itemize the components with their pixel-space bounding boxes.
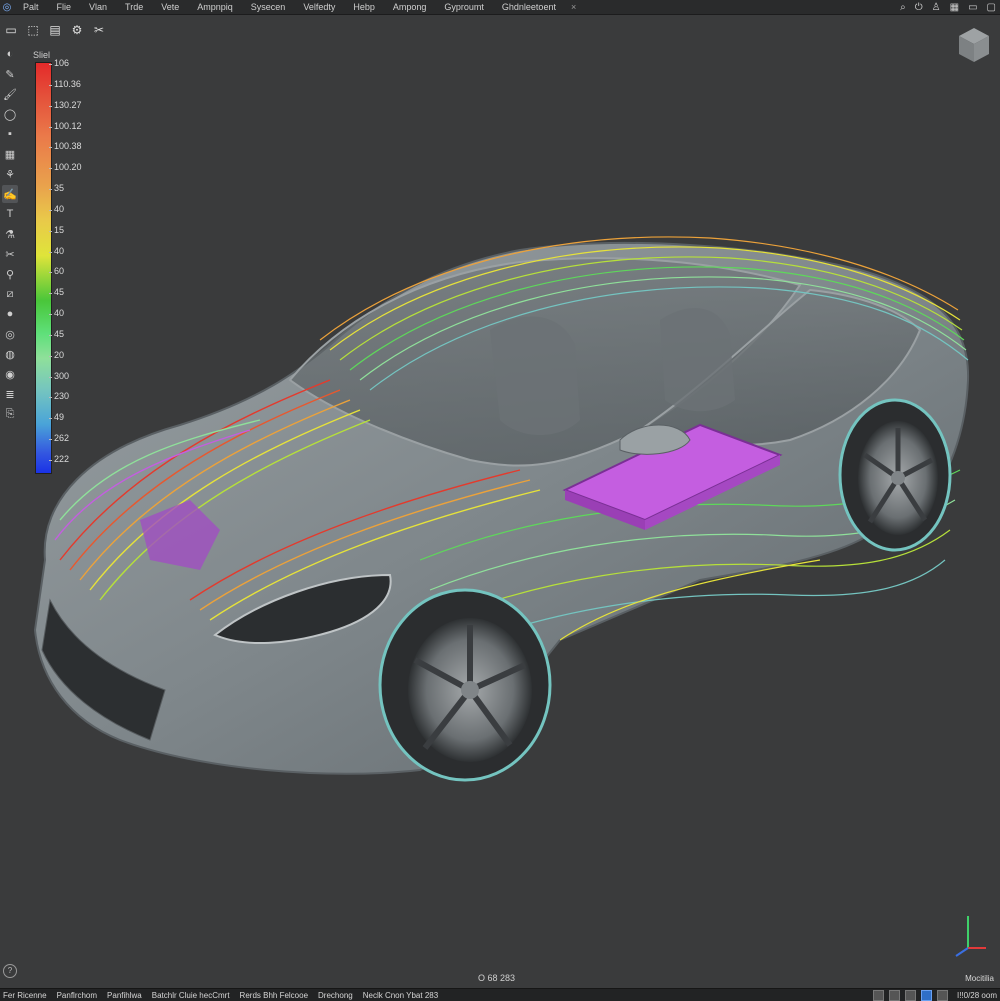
tray-app-icon[interactable]: [888, 989, 900, 1001]
legend-tick-label: 222: [48, 454, 70, 464]
menu-item[interactable]: Gyproumt: [435, 2, 493, 12]
front-wheel: [378, 588, 552, 782]
status-item[interactable]: Drechong: [318, 991, 353, 1000]
legend-tick-label: 100.20: [49, 162, 82, 173]
tray-app-icon[interactable]: [904, 989, 916, 1001]
tray-volume-icon[interactable]: [936, 989, 948, 1001]
car-render: [33, 236, 970, 782]
axis-triad: [950, 910, 990, 960]
legend-tick-label: 60: [48, 266, 65, 277]
menu-item[interactable]: Flie: [48, 2, 81, 12]
slice-icon[interactable]: ⧄: [2, 285, 18, 303]
3d-viewport[interactable]: [20, 45, 1000, 975]
orbit-icon[interactable]: ◐: [2, 45, 18, 63]
legend-tick-label: 20: [48, 349, 65, 360]
menu-item[interactable]: Palt: [14, 2, 48, 12]
camera-icon[interactable]: ◎: [2, 325, 18, 343]
tray-app-icon[interactable]: [872, 989, 884, 1001]
settings-icon[interactable]: ⚙: [68, 21, 86, 39]
legend-tick-label: 40: [48, 245, 65, 256]
legend-color-bar: [35, 62, 52, 474]
legend-title: Sliel: [33, 50, 51, 60]
menu-item[interactable]: Ampnpiq: [188, 2, 242, 12]
status-item[interactable]: Neclk Cnon Ybat 283: [363, 991, 438, 1000]
clock[interactable]: I!!0/28 oom: [957, 991, 997, 1000]
grid-icon[interactable]: ▦: [2, 145, 18, 163]
app-logo-icon[interactable]: ◎: [0, 0, 14, 14]
rear-wheel: [838, 398, 952, 552]
status-item[interactable]: Panflrchom: [57, 991, 97, 1000]
legend-tick-label: 110.36: [49, 78, 81, 89]
menu-item[interactable]: Sysecen: [242, 2, 295, 12]
menu-item[interactable]: Vete: [152, 2, 188, 12]
legend-tick-label: 40: [48, 308, 65, 319]
stack-icon[interactable]: ≣: [2, 385, 18, 403]
legend-tick-label: 45: [48, 287, 65, 298]
cursor-icon[interactable]: ◍: [2, 345, 18, 363]
menu-item[interactable]: Vlan: [80, 2, 116, 12]
sphere-icon[interactable]: ●: [2, 305, 18, 323]
color-legend: Sliel 106 110.36 130.27 100.12 100.38 100.20 3…: [30, 50, 90, 474]
mode-label: Mocitilia: [965, 974, 994, 983]
seat-front: [490, 316, 580, 435]
legend-tick-label: 35: [48, 183, 65, 194]
legend-tick-label: 45: [48, 328, 65, 339]
seat-rear: [660, 308, 735, 412]
status-item[interactable]: Rerds Bhh Felcooe: [240, 991, 308, 1000]
window-icon[interactable]: ▭: [2, 21, 20, 39]
minimize-icon[interactable]: ▭: [968, 2, 977, 13]
legend-tick-label: 100.38: [49, 141, 82, 152]
status-bar: Fer Ricenne Panflrchom Panfihlwa Batchlr Cl…: [0, 988, 1000, 1001]
status-item[interactable]: Fer Ricenne: [3, 991, 47, 1000]
maximize-icon[interactable]: ▢: [987, 2, 996, 13]
status-items: Fer Ricenne Panflrchom Panfihlwa Batchlr Cl…: [0, 991, 438, 1000]
export-icon[interactable]: ⎘: [2, 405, 18, 423]
legend-tick-label: 262: [48, 433, 70, 444]
menu-item[interactable]: Ghdnleetoent: [493, 2, 565, 12]
status-item[interactable]: Batchlr Cluie hecCmrt: [152, 991, 230, 1000]
probe-icon[interactable]: ⚲: [2, 265, 18, 283]
help-icon[interactable]: ?: [3, 964, 17, 978]
menu-items: Palt Flie Vlan Trde Vete Ampnpiq Sysecen Velfed…: [14, 2, 565, 12]
legend-tick-label: 230: [48, 391, 70, 402]
menu-item[interactable]: Ampong: [384, 2, 436, 12]
menu-close-icon[interactable]: ×: [571, 2, 576, 12]
menu-item[interactable]: Trde: [116, 2, 152, 12]
layout-icon[interactable]: ▤: [46, 21, 64, 39]
coordinate-readout: O 68 283: [478, 973, 516, 983]
menu-bar: ◎ Palt Flie Vlan Trde Vete Ampnpiq Sysecen Velf…: [0, 0, 1000, 15]
lasso-icon[interactable]: ◯: [2, 105, 18, 123]
select-icon[interactable]: ⬚: [24, 21, 42, 39]
user-icon[interactable]: ♙: [932, 2, 941, 13]
legend-tick-label: 106: [48, 58, 70, 68]
legend-tick-label: 130.27: [49, 99, 82, 110]
measure-icon[interactable]: ⚗: [2, 225, 18, 243]
layers-icon[interactable]: ⚘: [2, 165, 18, 183]
pencil-icon[interactable]: ✎: [2, 65, 18, 83]
legend-tick-label: 49: [48, 412, 65, 423]
legend-tick-label: 100.12: [49, 120, 82, 131]
menu-item[interactable]: Velfedty: [294, 2, 344, 12]
flow-icon[interactable]: ✍: [2, 185, 18, 203]
toolbar: ▭ ⬚ ▤ ⚙ ✂: [0, 15, 1000, 45]
system-tray: I!!0/28 oom: [872, 989, 997, 1001]
sheet-icon[interactable]: ▪: [2, 125, 18, 143]
search-icon[interactable]: ⌕: [900, 2, 906, 13]
text-icon[interactable]: T: [2, 205, 18, 223]
status-item[interactable]: Panfihlwa: [107, 991, 142, 1000]
cut-icon[interactable]: ✂: [2, 245, 18, 263]
view-cube[interactable]: [953, 24, 995, 66]
left-tool-strip: ◐ ✎ 🖌 ◯ ▪ ▦ ⚘ ✍ T ⚗ ✂ ⚲ ⧄ ● ◎ ◍ ◉ ≣ ⎘: [0, 45, 20, 465]
legend-tick-label: 15: [48, 224, 65, 235]
record-icon[interactable]: ◉: [2, 365, 18, 383]
tray-network-icon[interactable]: [920, 989, 932, 1001]
tools-icon[interactable]: ✂: [90, 21, 108, 39]
menu-item[interactable]: Hebp: [344, 2, 384, 12]
legend-tick-label: 40: [48, 203, 65, 214]
grid-icon[interactable]: ▦: [950, 2, 959, 13]
brush-icon[interactable]: 🖌: [2, 85, 18, 103]
power-icon[interactable]: ⏻: [915, 2, 923, 13]
window-controls: ⌕ ⏻ ♙ ▦ ▭ ▢: [900, 0, 996, 14]
legend-tick-label: 300: [48, 370, 70, 381]
